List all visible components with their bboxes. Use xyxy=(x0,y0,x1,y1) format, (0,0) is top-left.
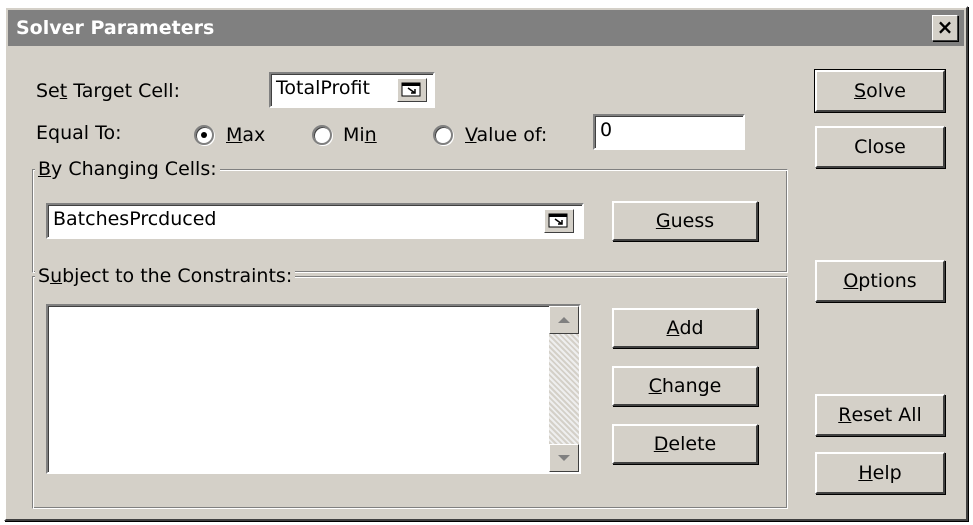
value-of-input[interactable]: 0 xyxy=(593,114,745,150)
reset-all-button[interactable]: Reset All xyxy=(815,394,945,436)
change-button[interactable]: Change xyxy=(612,366,758,406)
equal-to-label: Equal To: xyxy=(36,122,122,144)
set-target-cell-label: Set Target Cell: xyxy=(36,80,180,102)
scroll-up-arrow-icon xyxy=(558,317,570,323)
target-cell-collapse-button[interactable] xyxy=(397,78,427,102)
constraints-legend: Subject to the Constraints: xyxy=(35,265,296,287)
options-button[interactable]: Options xyxy=(815,260,945,302)
title-bar[interactable]: Solver Parameters × xyxy=(8,10,964,46)
min-radio[interactable] xyxy=(312,125,332,145)
constraints-listbox[interactable] xyxy=(46,304,581,474)
scroll-down-arrow-icon xyxy=(558,455,570,461)
close-window-button[interactable]: × xyxy=(932,15,958,41)
max-radio[interactable] xyxy=(194,125,214,145)
min-radio-label[interactable]: Min xyxy=(343,124,377,146)
constraints-scrollbar[interactable] xyxy=(549,306,579,472)
max-radio-label[interactable]: Max xyxy=(226,124,265,146)
help-button[interactable]: Help xyxy=(815,452,945,494)
target-cell-value: TotalProfit xyxy=(276,77,370,99)
close-icon: × xyxy=(936,15,954,39)
window-title: Solver Parameters xyxy=(16,17,215,39)
radio-selected-dot xyxy=(201,132,207,138)
changing-cells-input[interactable]: BatchesPrcduced xyxy=(46,203,584,239)
value-of-radio-label[interactable]: Value of: xyxy=(465,124,547,146)
solver-parameters-dialog: Solver Parameters × Set Target Cell: Tot… xyxy=(4,6,968,521)
value-of-value: 0 xyxy=(600,119,613,141)
collapse-dialog-icon xyxy=(401,82,421,97)
scroll-down-button[interactable] xyxy=(549,444,579,472)
add-button[interactable]: Add xyxy=(612,308,758,348)
delete-button[interactable]: Delete xyxy=(612,424,758,464)
collapse-dialog-icon xyxy=(548,213,568,228)
scroll-up-button[interactable] xyxy=(549,306,579,334)
guess-button[interactable]: Guess xyxy=(612,201,758,241)
changing-cells-value: BatchesPrcduced xyxy=(53,208,217,230)
close-button[interactable]: Close xyxy=(815,126,945,168)
changing-cells-legend: By Changing Cells: xyxy=(35,158,220,180)
value-of-radio[interactable] xyxy=(433,125,453,145)
changing-cells-collapse-button[interactable] xyxy=(544,209,574,233)
solve-button[interactable]: Solve xyxy=(814,69,946,113)
